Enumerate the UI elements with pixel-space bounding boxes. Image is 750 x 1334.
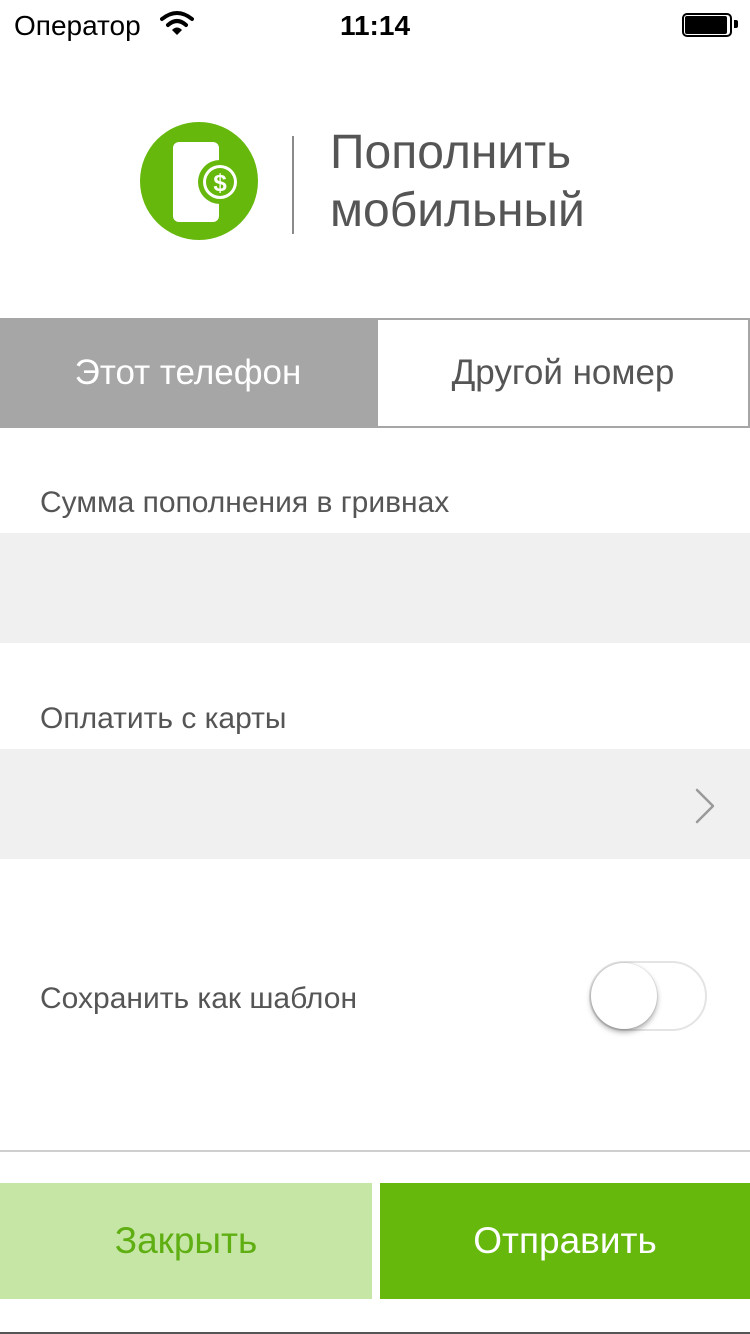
send-button[interactable]: Отправить: [380, 1183, 750, 1299]
tab-other-number[interactable]: Другой номер: [376, 318, 750, 428]
toggle-knob: [591, 963, 657, 1029]
footer-divider: [0, 1150, 750, 1152]
tab-this-phone[interactable]: Этот телефон: [0, 318, 376, 428]
chevron-right-icon: [694, 787, 716, 825]
clock: 11:14: [339, 10, 411, 41]
title-line-1: Пополнить: [330, 126, 572, 179]
save-template-toggle[interactable]: [589, 961, 707, 1031]
save-template-label: Сохранить как шаблон: [40, 982, 358, 1015]
header-divider: [292, 136, 294, 234]
card-select[interactable]: [0, 749, 750, 859]
title-line-2: мобильный: [330, 184, 585, 237]
mobile-topup-icon: $: [140, 122, 258, 240]
svg-text:$: $: [213, 170, 227, 197]
phone-selector-tabs: Этот телефон Другой номер: [0, 318, 750, 428]
amount-label: Сумма пополнения в гривнах: [40, 486, 450, 519]
page-title: Пополнить мобильный: [330, 124, 585, 240]
status-bar: Оператор 11:14: [0, 0, 750, 52]
card-label: Оплатить с карты: [40, 702, 287, 735]
battery-full-icon: [682, 13, 738, 37]
amount-input[interactable]: [0, 533, 750, 643]
page-header: $ Пополнить мобильный: [0, 110, 750, 260]
close-button[interactable]: Закрыть: [0, 1183, 372, 1299]
